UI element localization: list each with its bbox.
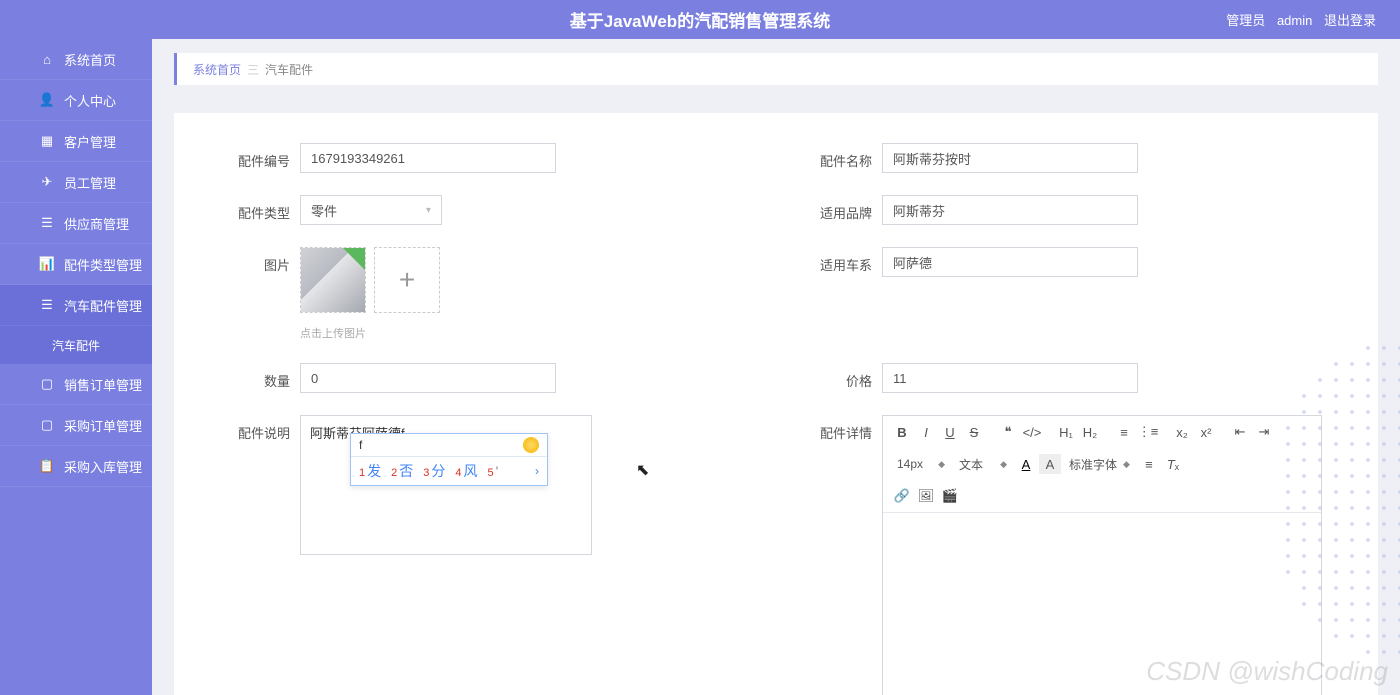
sidebar-item-suppliers[interactable]: ☰供应商管理 <box>0 203 152 244</box>
logout-link[interactable]: 退出登录 <box>1324 13 1376 28</box>
sidebar-sub-parts[interactable]: 汽车配件 <box>0 326 152 364</box>
bg-color-button[interactable]: A <box>1039 454 1061 474</box>
row-part-no: 配件编号 <box>214 143 756 173</box>
sidebar-item-purchase-orders[interactable]: ▢采购订单管理 <box>0 405 152 446</box>
row-desc: 配件说明 阿斯蒂芬阿萨德f f 1发 <box>214 415 756 695</box>
image-button[interactable]: 🖼 <box>915 486 937 506</box>
sub-button[interactable]: x₂ <box>1171 422 1193 442</box>
breadcrumb-sep: 三 <box>247 61 259 78</box>
h1-button[interactable]: H₁ <box>1055 422 1077 442</box>
grid-icon: ▦ <box>40 134 54 148</box>
plus-icon: + <box>399 264 415 296</box>
link-button[interactable]: 🔗 <box>891 486 913 506</box>
strike-button[interactable]: S <box>963 422 985 442</box>
breadcrumb-home[interactable]: 系统首页 <box>193 61 241 78</box>
qty-input[interactable] <box>300 363 556 393</box>
sidebar-item-home[interactable]: ⌂系统首页 <box>0 39 152 80</box>
main-content: 系统首页 三 汽车配件 配件编号 配件名称 配件类型 零件 <box>152 39 1400 695</box>
sidebar: ⌂系统首页 👤个人中心 ▦客户管理 ✈员工管理 ☰供应商管理 📊配件类型管理 ☰… <box>0 39 152 695</box>
indent-button[interactable]: ⇤ <box>1229 422 1251 442</box>
align-button[interactable]: ≡ <box>1138 454 1160 474</box>
row-qty: 数量 <box>214 363 756 393</box>
text-color-button[interactable]: A <box>1015 454 1037 474</box>
editor-toolbar: B I U S ❝ </> H₁ H₂ ≡ <box>883 416 1321 513</box>
row-part-name: 配件名称 <box>796 143 1338 173</box>
sidebar-item-staff[interactable]: ✈员工管理 <box>0 162 152 203</box>
clear-format-button[interactable]: Tₓ <box>1162 454 1184 474</box>
ime-next-icon[interactable]: › <box>535 464 539 478</box>
chevron-down-icon: ◆ <box>1000 459 1007 470</box>
price-input[interactable] <box>882 363 1138 393</box>
sliders-icon: ☰ <box>40 216 54 230</box>
row-detail: 配件详情 B I U S ❝ </> <box>796 415 1338 695</box>
doc-icon: ▢ <box>40 418 54 432</box>
h2-button[interactable]: H₂ <box>1079 422 1101 442</box>
outdent-button[interactable]: ⇥ <box>1253 422 1275 442</box>
home-icon: ⌂ <box>40 52 54 66</box>
row-image: 图片 + 点击上传图片 <box>214 247 756 341</box>
quote-button[interactable]: ❝ <box>997 422 1019 442</box>
user-role: 管理员 <box>1226 13 1265 28</box>
form-card: 配件编号 配件名称 配件类型 零件 ▾ <box>174 113 1378 695</box>
sidebar-item-customers[interactable]: ▦客户管理 <box>0 121 152 162</box>
italic-button[interactable]: I <box>915 422 937 442</box>
app-title: 基于JavaWeb的汽配销售管理系统 <box>570 7 830 32</box>
chevron-down-icon: ▾ <box>426 205 431 216</box>
list-icon: ☰ <box>40 298 54 312</box>
sidebar-item-profile[interactable]: 👤个人中心 <box>0 80 152 121</box>
ime-logo-icon <box>523 437 539 453</box>
part-name-input[interactable] <box>882 143 1138 173</box>
ime-candidates: 1发 2否 3分 4风 5' › <box>351 457 547 485</box>
plane-icon: ✈ <box>40 175 54 189</box>
font-size-select[interactable]: 14px◆ <box>891 454 951 474</box>
person-icon: 👤 <box>40 93 54 107</box>
ime-cand-3[interactable]: 3分 <box>423 461 445 481</box>
row-series: 适用车系 <box>796 247 1338 341</box>
ime-cand-2[interactable]: 2否 <box>391 461 413 481</box>
header-user-block: 管理员 admin 退出登录 <box>1218 10 1376 29</box>
upload-add-button[interactable]: + <box>374 247 440 313</box>
bars-icon: 📊 <box>40 257 54 271</box>
code-button[interactable]: </> <box>1021 422 1043 442</box>
ime-popup[interactable]: f 1发 2否 3分 4风 5' › <box>350 433 548 486</box>
bold-button[interactable]: B <box>891 422 913 442</box>
series-input[interactable] <box>882 247 1138 277</box>
video-button[interactable]: 🎬 <box>939 486 961 506</box>
row-part-type: 配件类型 零件 ▾ <box>214 195 756 225</box>
doc-icon: ▢ <box>40 377 54 391</box>
underline-button[interactable]: U <box>939 422 961 442</box>
sidebar-item-parts[interactable]: ☰汽车配件管理 <box>0 285 152 326</box>
sup-button[interactable]: x² <box>1195 422 1217 442</box>
row-brand: 适用品牌 <box>796 195 1338 225</box>
part-no-input[interactable] <box>300 143 556 173</box>
chevron-down-icon: ◆ <box>938 459 945 470</box>
clipboard-icon: 📋 <box>40 459 54 473</box>
font-family-select[interactable]: 标准字体◆ <box>1063 454 1136 474</box>
row-price: 价格 <box>796 363 1338 393</box>
editor-body[interactable] <box>883 513 1321 695</box>
format-select[interactable]: 文本◆ <box>953 454 1013 474</box>
sidebar-item-inbound[interactable]: 📋采购入库管理 <box>0 446 152 487</box>
ime-cand-1[interactable]: 1发 <box>359 461 381 481</box>
ol-button[interactable]: ≡ <box>1113 422 1135 442</box>
upload-hint: 点击上传图片 <box>300 325 756 341</box>
ul-button[interactable]: ⋮≡ <box>1137 422 1159 442</box>
brand-input[interactable] <box>882 195 1138 225</box>
sidebar-item-sales-orders[interactable]: ▢销售订单管理 <box>0 364 152 405</box>
rich-editor: B I U S ❝ </> H₁ H₂ ≡ <box>882 415 1322 695</box>
success-corner-icon <box>343 248 365 270</box>
breadcrumb-current: 汽车配件 <box>265 61 313 78</box>
part-type-select[interactable]: 零件 ▾ <box>300 195 442 225</box>
uploaded-thumb[interactable] <box>300 247 366 313</box>
ime-cand-5[interactable]: 5' <box>488 463 499 479</box>
breadcrumb: 系统首页 三 汽车配件 <box>174 53 1378 85</box>
app-header: 基于JavaWeb的汽配销售管理系统 管理员 admin 退出登录 <box>0 0 1400 39</box>
sidebar-item-part-types[interactable]: 📊配件类型管理 <box>0 244 152 285</box>
ime-cand-4[interactable]: 4风 <box>455 461 477 481</box>
user-name: admin <box>1277 13 1312 28</box>
ime-input-text: f <box>359 438 362 452</box>
chevron-down-icon: ◆ <box>1123 459 1130 470</box>
